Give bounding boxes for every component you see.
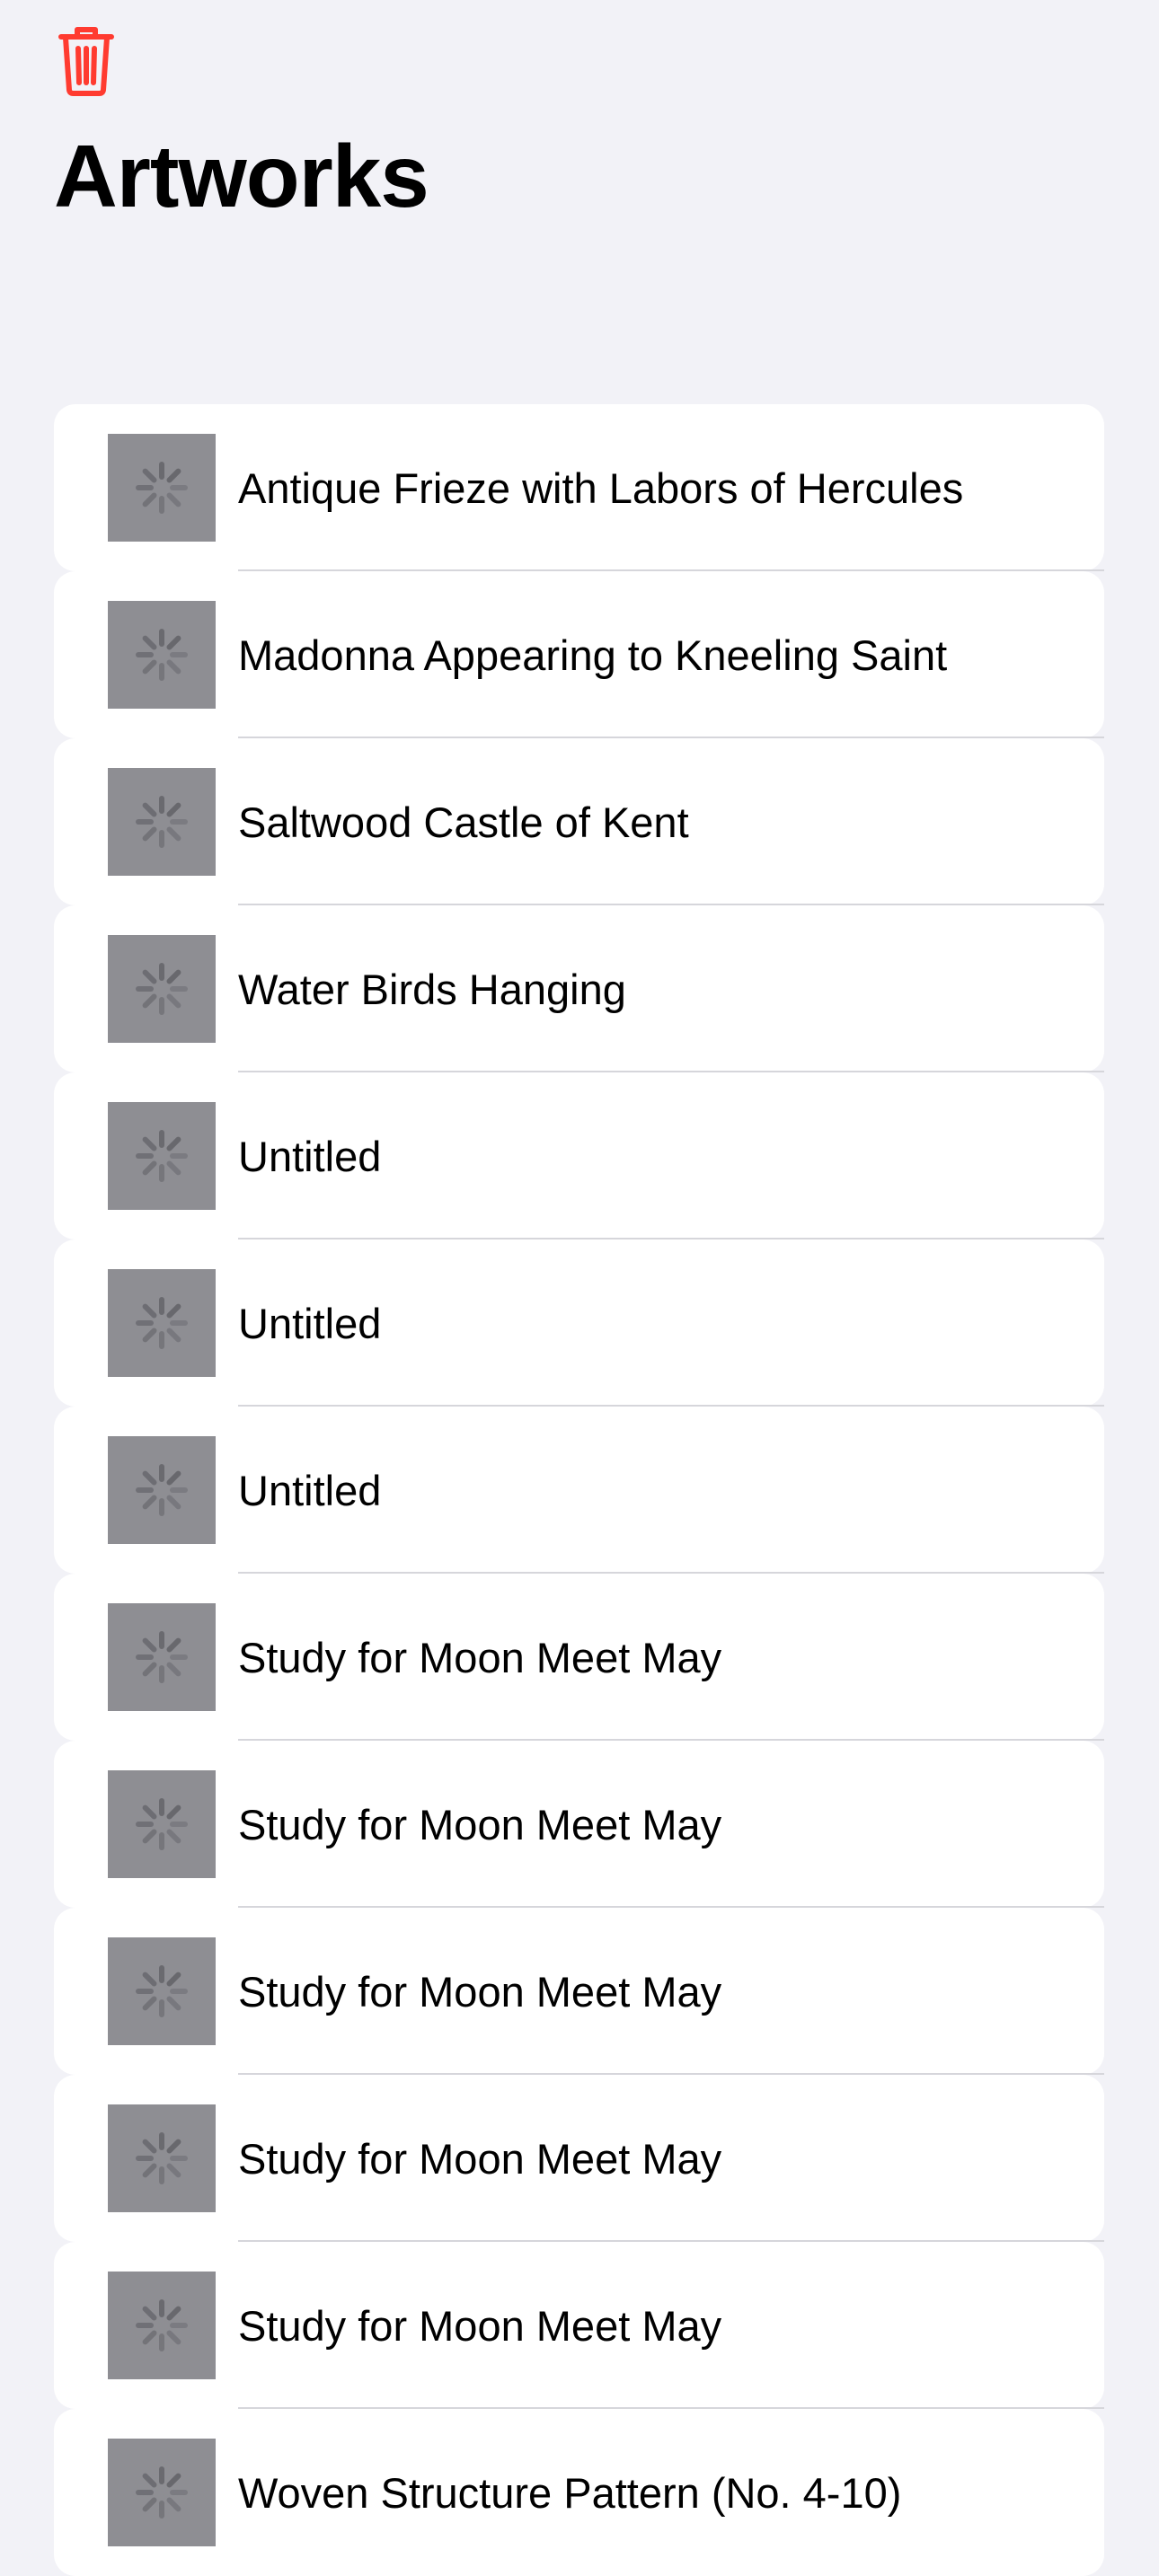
artwork-thumbnail [108, 1436, 216, 1544]
page-title: Artworks [54, 127, 429, 225]
artwork-thumbnail [108, 2439, 216, 2546]
loading-spinner-icon [136, 2466, 188, 2519]
artwork-title: Woven Structure Pattern (No. 4-10) [238, 2468, 902, 2517]
trash-icon [58, 27, 114, 96]
loading-spinner-icon [136, 2132, 188, 2184]
artwork-thumbnail [108, 1770, 216, 1878]
artwork-thumbnail [108, 935, 216, 1043]
list-item[interactable]: Study for Moon Meet May [54, 2242, 1104, 2409]
artwork-thumbnail [108, 434, 216, 542]
artwork-title: Study for Moon Meet May [238, 2301, 722, 2350]
list-item[interactable]: Untitled [54, 1407, 1104, 1574]
loading-spinner-icon [136, 963, 188, 1015]
list-item[interactable]: Study for Moon Meet May [54, 2075, 1104, 2242]
loading-spinner-icon [136, 1297, 188, 1349]
loading-spinner-icon [136, 1965, 188, 2017]
loading-spinner-icon [136, 1798, 188, 1850]
artwork-title: Study for Moon Meet May [238, 1967, 722, 2016]
delete-button[interactable] [54, 25, 119, 97]
artwork-thumbnail [108, 2104, 216, 2212]
artwork-title: Untitled [238, 1299, 382, 1347]
artwork-list: Antique Frieze with Labors of Hercules Ma… [54, 404, 1104, 2576]
artwork-title: Study for Moon Meet May [238, 1800, 722, 1848]
loading-spinner-icon [136, 796, 188, 848]
loading-spinner-icon [136, 1631, 188, 1683]
list-item[interactable]: Woven Structure Pattern (No. 4-10) [54, 2409, 1104, 2576]
loading-spinner-icon [136, 1130, 188, 1182]
artwork-title: Study for Moon Meet May [238, 2134, 722, 2183]
loading-spinner-icon [136, 2299, 188, 2351]
list-item[interactable]: Untitled [54, 1072, 1104, 1239]
artwork-title: Untitled [238, 1466, 382, 1514]
list-item[interactable]: Study for Moon Meet May [54, 1908, 1104, 2075]
artwork-thumbnail [108, 1269, 216, 1377]
artwork-title: Saltwood Castle of Kent [238, 798, 689, 846]
loading-spinner-icon [136, 629, 188, 681]
loading-spinner-icon [136, 462, 188, 514]
loading-spinner-icon [136, 1464, 188, 1516]
list-item[interactable]: Madonna Appearing to Kneeling Saint [54, 571, 1104, 738]
list-item[interactable]: Antique Frieze with Labors of Hercules [54, 404, 1104, 571]
artwork-title: Madonna Appearing to Kneeling Saint [238, 631, 948, 679]
artwork-title: Study for Moon Meet May [238, 1633, 722, 1681]
artwork-thumbnail [108, 1937, 216, 2045]
artwork-thumbnail [108, 2272, 216, 2379]
list-item[interactable]: Untitled [54, 1239, 1104, 1407]
artwork-thumbnail [108, 1603, 216, 1711]
list-item[interactable]: Study for Moon Meet May [54, 1741, 1104, 1908]
list-item[interactable]: Study for Moon Meet May [54, 1574, 1104, 1741]
list-item[interactable]: Saltwood Castle of Kent [54, 738, 1104, 905]
artwork-thumbnail [108, 601, 216, 709]
list-item[interactable]: Water Birds Hanging [54, 905, 1104, 1072]
artwork-title: Water Birds Hanging [238, 965, 626, 1013]
artwork-title: Antique Frieze with Labors of Hercules [238, 463, 964, 512]
artwork-thumbnail [108, 768, 216, 876]
artwork-thumbnail [108, 1102, 216, 1210]
artwork-title: Untitled [238, 1132, 382, 1180]
